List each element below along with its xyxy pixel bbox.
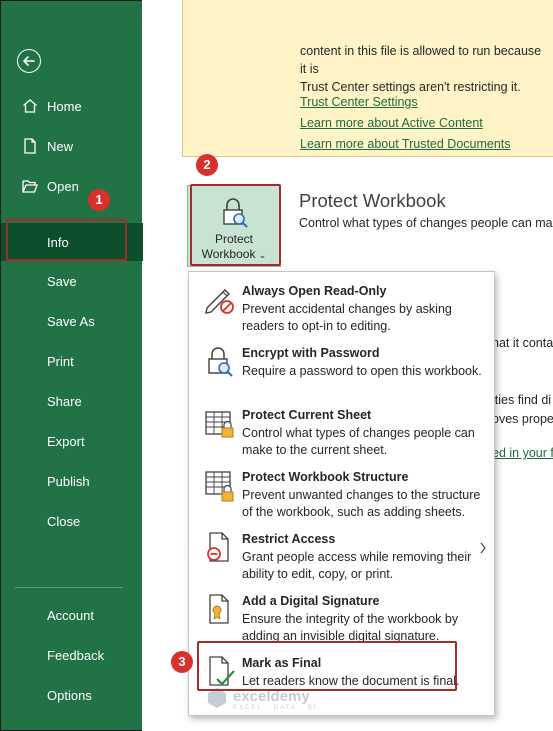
sidebar-item-share[interactable]: Share — [1, 383, 143, 419]
highlight-protect-workbook — [190, 184, 281, 266]
sidebar-item-close[interactable]: Close — [1, 503, 143, 539]
menu-item-title: Add a Digital Signature — [242, 594, 380, 608]
sidebar-item-save[interactable]: Save — [1, 263, 143, 299]
sidebar-item-feedback[interactable]: Feedback — [1, 637, 143, 673]
sidebar-item-label: Feedback — [47, 647, 105, 663]
sidebar-item-label: Print — [47, 353, 74, 369]
menu-item-description: Prevent accidental changes by asking rea… — [242, 302, 452, 333]
digital-signature-icon — [209, 594, 229, 624]
menu-item-encrypt-with-password[interactable]: Encrypt with Password Require a password… — [189, 336, 494, 398]
sidebar-item-label: Close — [47, 513, 81, 529]
background-text: oves prope — [492, 412, 553, 426]
sidebar-item-account[interactable]: Account — [1, 597, 143, 633]
restrict-access-icon — [207, 532, 229, 562]
sidebar-divider — [15, 587, 123, 588]
step-badge-3: 3 — [171, 651, 193, 673]
menu-item-description: Prevent unwanted changes to the structur… — [242, 488, 481, 519]
sidebar-item-label: Publish — [47, 473, 90, 489]
chevron-right-icon — [480, 542, 486, 554]
back-button[interactable] — [17, 49, 41, 73]
menu-item-add-digital-signature[interactable]: Add a Digital Signature Ensure the integ… — [189, 584, 494, 646]
security-warning-text: content in this file is allowed to run b… — [300, 42, 550, 96]
highlight-mark-as-final — [197, 641, 457, 691]
sidebar-item-label: Options — [47, 687, 92, 703]
active-content-link[interactable]: Learn more about Active Content — [300, 116, 483, 130]
background-link[interactable]: ed in your f — [492, 446, 553, 460]
sidebar-item-options[interactable]: Options — [1, 677, 143, 713]
protect-workbook-description: Control what types of changes people can… — [299, 216, 553, 230]
sidebar-item-save-as[interactable]: Save As — [1, 303, 143, 339]
menu-item-title: Protect Current Sheet — [242, 408, 372, 422]
sidebar-item-label: Open — [47, 178, 79, 194]
menu-item-title: Restrict Access — [242, 532, 336, 546]
step-badge-1: 1 — [88, 189, 110, 211]
security-warning-panel: content in this file is allowed to run b… — [182, 0, 553, 157]
sidebar-item-home[interactable]: Home — [1, 88, 143, 124]
watermark-tagline: EXCEL · DATA · BI — [233, 705, 318, 711]
security-warning-line: Trust Center settings aren't restricting… — [300, 80, 521, 94]
sidebar-item-open[interactable]: Open — [1, 168, 143, 204]
menu-item-protect-current-sheet[interactable]: Protect Current Sheet Control what types… — [189, 398, 494, 460]
lock-key-icon — [208, 347, 233, 377]
sidebar-item-label: Account — [47, 607, 94, 623]
folder-open-icon — [22, 180, 38, 193]
backstage-sidebar: Home New Open Info Save Save As Print Sh… — [0, 0, 143, 731]
pencil-no-icon — [205, 289, 234, 314]
sidebar-item-label: Export — [47, 433, 85, 449]
menu-item-description: Grant people access while removing their… — [242, 550, 472, 581]
menu-item-restrict-access[interactable]: Restrict Access Grant people access whil… — [189, 522, 494, 584]
home-icon — [23, 99, 37, 113]
highlight-info-tab — [6, 219, 127, 261]
sidebar-item-label: Save — [47, 273, 77, 289]
sidebar-item-publish[interactable]: Publish — [1, 463, 143, 499]
sidebar-item-print[interactable]: Print — [1, 343, 143, 379]
menu-item-protect-workbook-structure[interactable]: Protect Workbook Structure Prevent unwan… — [189, 460, 494, 522]
trust-center-settings-link[interactable]: Trust Center Settings — [300, 95, 418, 109]
background-text: ities find di — [492, 393, 552, 407]
sidebar-item-label: Save As — [47, 313, 95, 329]
security-warning-line: content in this file is allowed to run b… — [300, 44, 542, 76]
protect-workbook-title: Protect Workbook — [299, 190, 446, 211]
menu-item-description: Ensure the integrity of the workbook by … — [242, 612, 459, 643]
menu-item-description: Control what types of changes people can… — [242, 426, 475, 457]
menu-item-description: Require a password to open this workbook… — [242, 364, 482, 378]
sidebar-item-export[interactable]: Export — [1, 423, 143, 459]
sidebar-item-label: Home — [47, 98, 82, 114]
workbook-lock-icon — [205, 471, 234, 502]
trusted-documents-link[interactable]: Learn more about Trusted Documents — [300, 137, 511, 151]
menu-item-title: Always Open Read-Only — [242, 284, 387, 298]
sheet-lock-icon — [205, 411, 234, 438]
menu-item-title: Encrypt with Password — [242, 346, 380, 360]
step-badge-2: 2 — [196, 154, 218, 176]
new-document-icon — [24, 138, 36, 154]
back-arrow-icon — [23, 56, 35, 66]
menu-item-title: Protect Workbook Structure — [242, 470, 409, 484]
menu-item-always-open-read-only[interactable]: Always Open Read-Only Prevent accidental… — [189, 274, 494, 336]
sidebar-item-label: Share — [47, 393, 82, 409]
sidebar-item-label: New — [47, 138, 74, 154]
background-text: hat it conta — [492, 336, 553, 350]
sidebar-item-new[interactable]: New — [1, 128, 143, 164]
